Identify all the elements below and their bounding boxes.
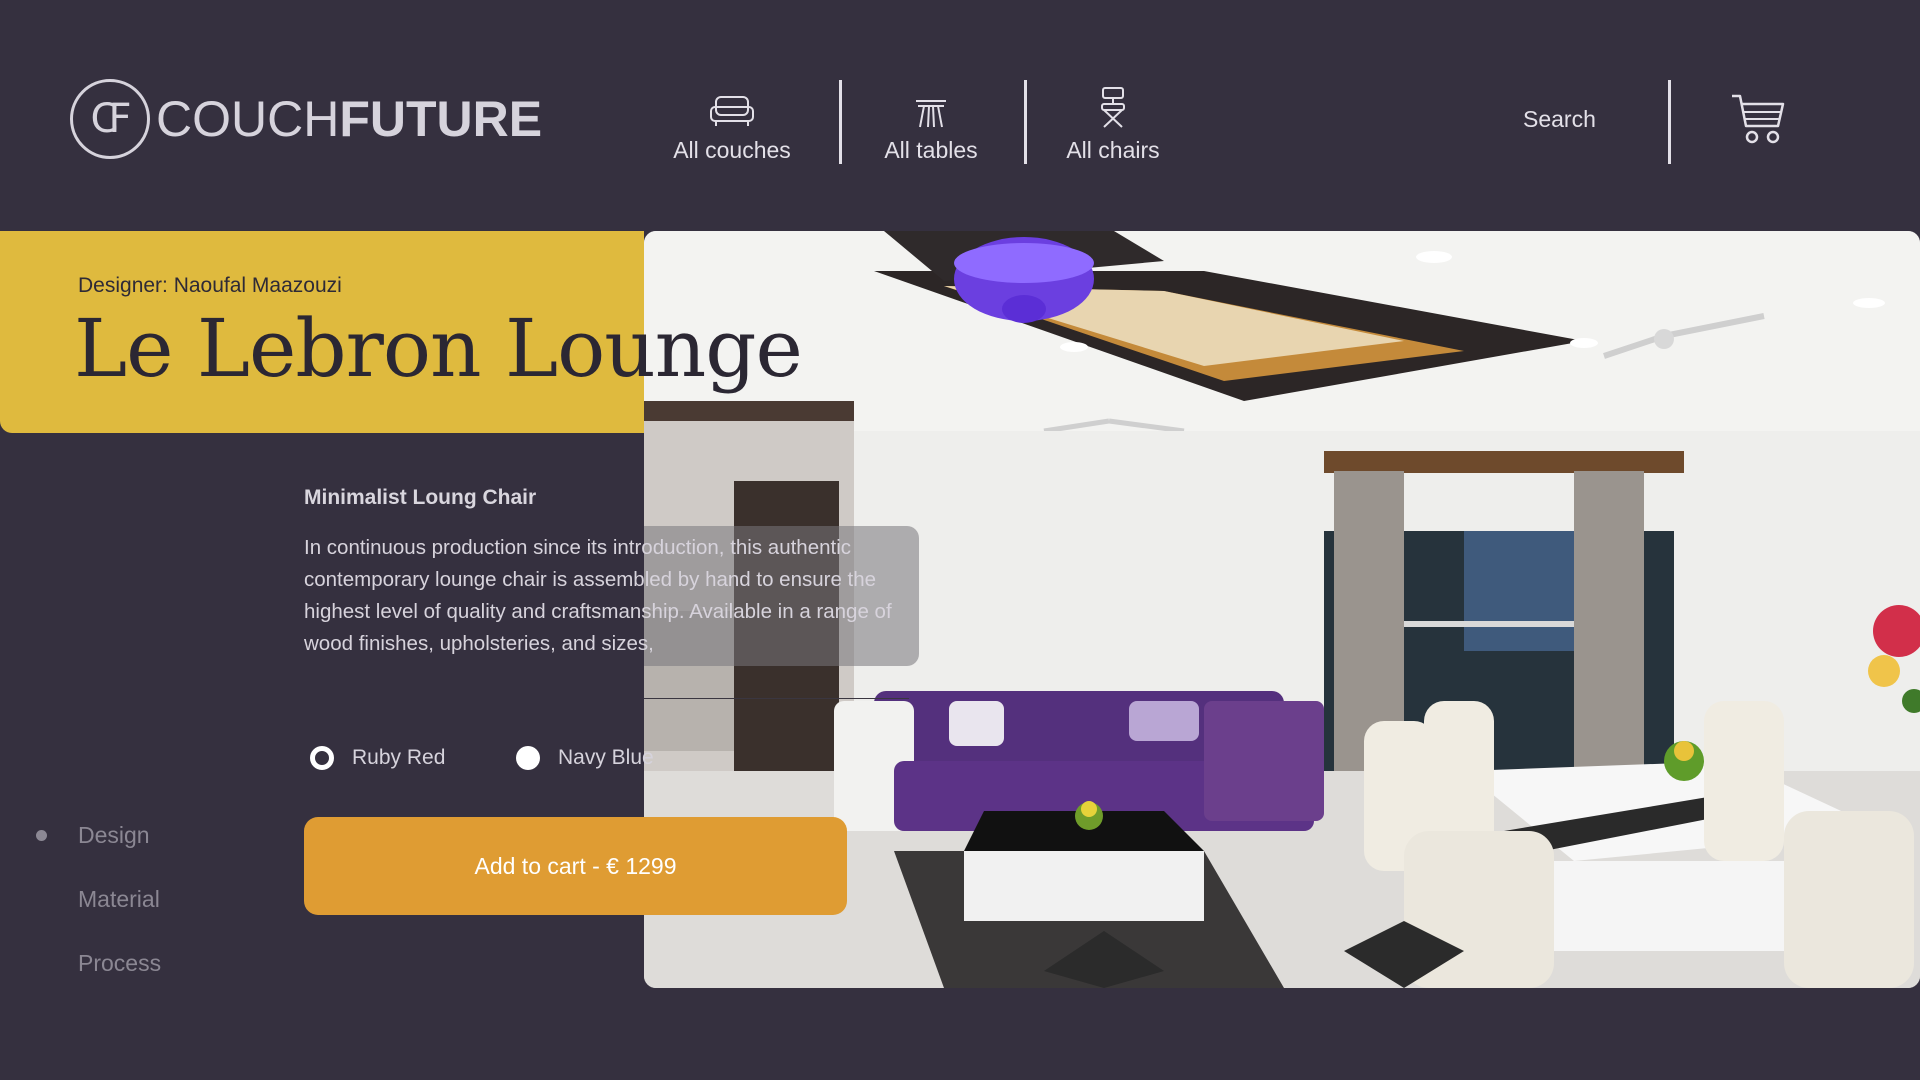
search-link[interactable]: Search — [1523, 106, 1596, 133]
color-option-label: Ruby Red — [352, 746, 446, 769]
logo-word-light: COUCH — [156, 91, 340, 147]
nav-divider — [1668, 80, 1671, 164]
product-subtitle: Minimalist Loung Chair — [304, 486, 537, 509]
brand-logo[interactable]: CF COUCHFUTURE — [70, 78, 542, 160]
logo-mark: CF — [70, 79, 150, 159]
color-option-label: Navy Blue — [558, 746, 654, 769]
radio-unselected[interactable] — [516, 746, 540, 770]
divider — [644, 698, 909, 699]
logo-word-bold: FUTURE — [339, 91, 543, 147]
color-option-ruby-red[interactable]: Ruby Red — [310, 746, 445, 770]
product-title: Le Lebron Lounge — [74, 302, 803, 395]
nav-all-chairs[interactable]: All chairs — [1048, 84, 1178, 164]
side-nav-material[interactable]: Material — [78, 886, 160, 913]
nav-all-couches[interactable]: All couches — [662, 84, 802, 164]
cart-icon — [1732, 94, 1785, 144]
nav-all-tables[interactable]: All tables — [866, 84, 996, 164]
side-nav-process[interactable]: Process — [78, 950, 161, 977]
logo-mark-text: CF — [90, 96, 132, 142]
side-nav-design[interactable]: Design — [78, 822, 150, 849]
active-indicator — [36, 830, 47, 841]
couch-icon — [710, 96, 754, 126]
color-option-navy-blue[interactable]: Navy Blue — [516, 746, 654, 770]
logo-wordmark: COUCHFUTURE — [156, 90, 542, 148]
add-to-cart-button[interactable]: Add to cart - € 1299 — [304, 817, 847, 915]
product-description: In continuous production since its intro… — [304, 536, 892, 655]
table-icon — [916, 100, 946, 128]
chair-icon — [1101, 87, 1125, 128]
designer-credit: Designer: Naoufal Maazouzi — [78, 274, 342, 297]
nav-divider — [1024, 80, 1027, 164]
nav-label: All couches — [673, 137, 791, 163]
nav-label: All tables — [884, 137, 978, 163]
nav-divider — [839, 80, 842, 164]
cart-button[interactable] — [1730, 92, 1786, 151]
nav-label: All chairs — [1066, 137, 1160, 163]
radio-selected[interactable] — [310, 746, 334, 770]
